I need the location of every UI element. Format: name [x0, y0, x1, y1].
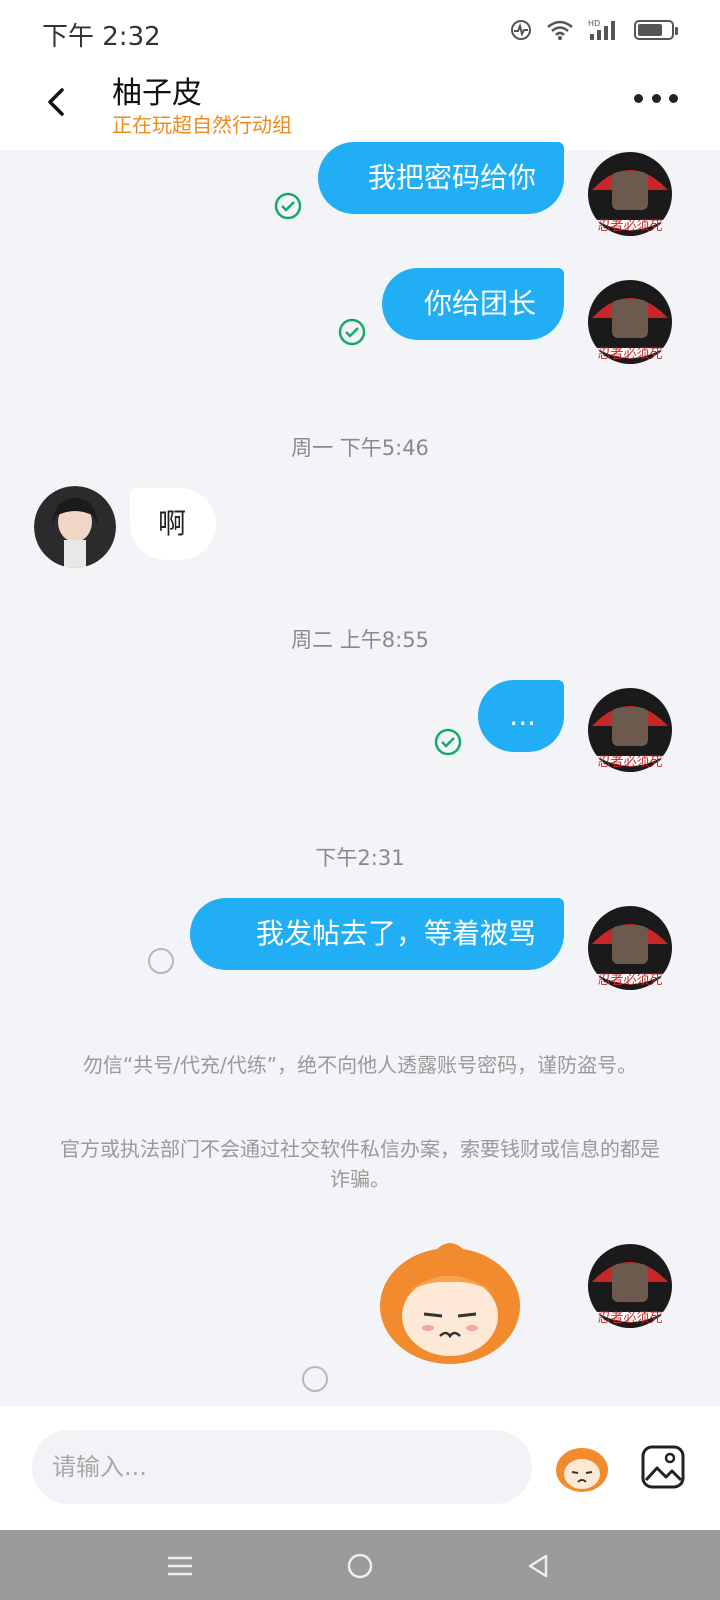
outgoing-message[interactable]: 你给团长	[382, 268, 564, 340]
safety-notice-1: 勿信“共号/代充/代练”，绝不向他人透露账号密码，谨防盗号。	[82, 1053, 638, 1077]
battery-icon	[634, 20, 678, 40]
outgoing-message[interactable]: 我发帖去了，等着被骂	[190, 898, 564, 970]
contact-name: 柚子皮	[112, 76, 202, 111]
my-avatar[interactable]: 忍者必须死	[586, 1242, 674, 1332]
read-check-icon	[274, 192, 302, 220]
svg-text:忍者必须死: 忍者必须死	[597, 973, 662, 988]
sticker-message[interactable]	[376, 1236, 524, 1366]
system-nav-bar	[0, 1530, 720, 1600]
activity-icon	[511, 20, 531, 40]
read-check-icon	[434, 728, 462, 756]
input-bar	[0, 1406, 720, 1530]
signal-hd-icon: HD	[588, 19, 615, 40]
message-timestamp: 周一 下午5:46	[291, 436, 429, 460]
home-icon[interactable]	[344, 1550, 376, 1582]
svg-text:忍者必须死: 忍者必须死	[597, 219, 662, 234]
svg-text:忍者必须死: 忍者必须死	[597, 755, 662, 770]
image-icon[interactable]	[640, 1444, 686, 1490]
status-icons: HD	[510, 18, 678, 42]
outgoing-message[interactable]: ...	[478, 680, 564, 752]
menu-icon[interactable]	[164, 1550, 196, 1582]
my-avatar[interactable]: 忍者必须死	[586, 686, 674, 776]
contact-status: 正在玩超自然行动组	[112, 113, 292, 137]
wifi-icon	[547, 20, 573, 40]
safety-notice-2: 官方或执法部门不会通过社交软件私信办案，索要钱财或信息的都是诈骗。	[60, 1137, 660, 1191]
status-time: 下午 2:32	[42, 22, 161, 52]
svg-text:忍者必须死: 忍者必须死	[597, 1311, 662, 1326]
message-timestamp: 下午2:31	[315, 846, 405, 870]
my-avatar[interactable]: 忍者必须死	[586, 904, 674, 994]
more-options-button[interactable]	[634, 84, 678, 112]
read-check-icon	[338, 318, 366, 346]
my-avatar[interactable]: 忍者必须死	[586, 150, 674, 240]
sticker-button-icon[interactable]	[554, 1442, 610, 1494]
back-icon[interactable]	[38, 82, 78, 122]
chat-header: 柚子皮 正在玩超自然行动组	[0, 64, 720, 150]
sending-status-icon	[302, 1366, 328, 1392]
message-input[interactable]	[32, 1430, 532, 1504]
my-avatar[interactable]: 忍者必须死	[586, 278, 674, 368]
incoming-message[interactable]: 啊	[130, 488, 216, 560]
back-nav-icon[interactable]	[522, 1550, 554, 1582]
svg-text:忍者必须死: 忍者必须死	[597, 347, 662, 362]
message-timestamp: 周二 上午8:55	[291, 628, 429, 652]
contact-avatar[interactable]	[34, 486, 116, 568]
svg-text:HD: HD	[588, 19, 600, 28]
outgoing-message[interactable]: 我把密码给你	[318, 142, 564, 214]
sending-status-icon	[148, 948, 174, 974]
status-bar: 下午 2:32 HD	[0, 0, 720, 64]
